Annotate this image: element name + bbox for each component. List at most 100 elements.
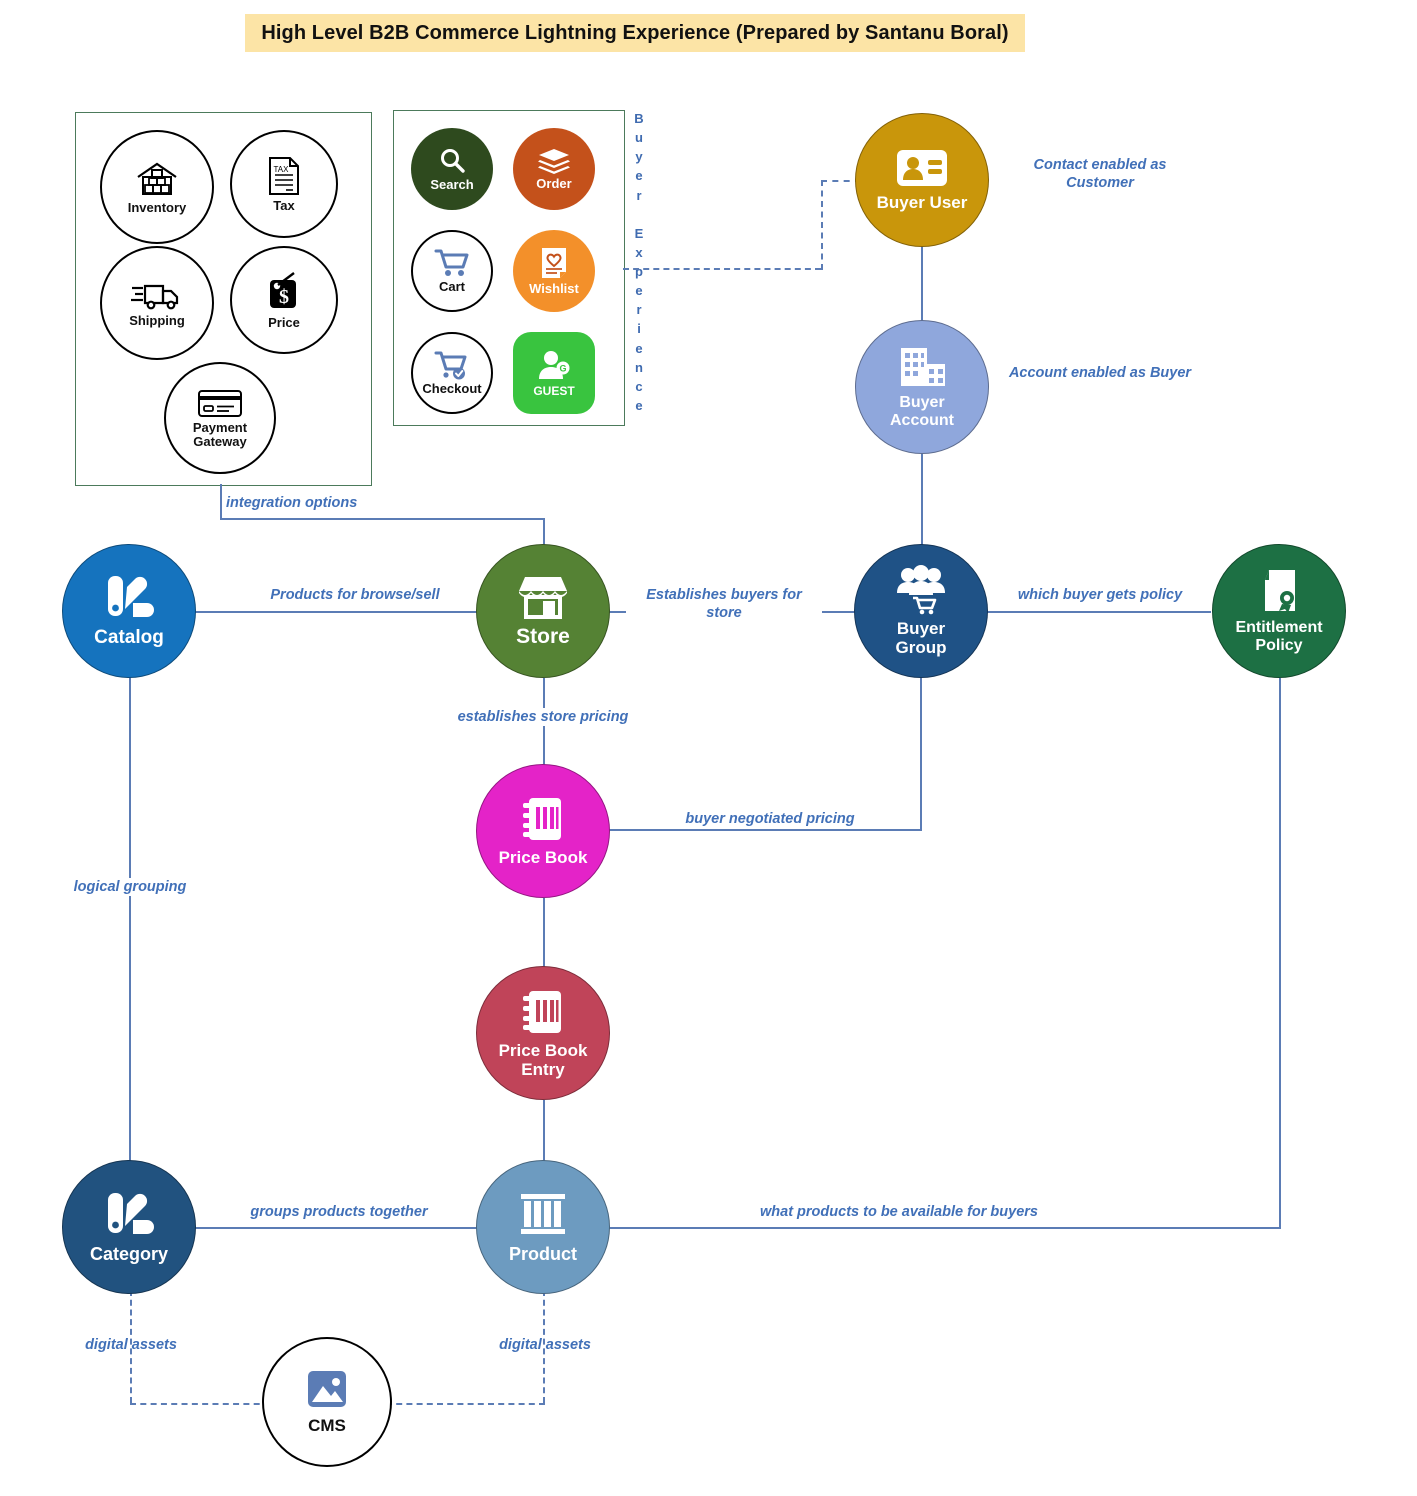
buyer-experience-item-label: GUEST	[533, 383, 575, 398]
connector-store-to-price-book	[543, 678, 545, 778]
wishlist-heart-page-icon	[538, 246, 570, 280]
integration-item-price[interactable]: $ Price	[230, 246, 338, 354]
svg-text:TAX: TAX	[274, 165, 290, 174]
integration-item-tax[interactable]: TAX Tax	[230, 130, 338, 238]
edge-label-products-browse-sell: Products for browse/sell	[250, 586, 460, 605]
connector-buyer-group-to-entitlement-policy	[986, 611, 1211, 613]
connector-category-to-cms-h	[130, 1403, 270, 1405]
id-badge-contact-icon	[894, 147, 950, 189]
connector-buyer-experience-to-buyer-user-v	[821, 180, 823, 270]
node-label: Buyer Account	[890, 394, 954, 429]
edge-label-which-buyer-gets-policy: which buyer gets policy	[1000, 586, 1200, 605]
edge-label-integration-options: integration options	[222, 494, 394, 513]
node-price-book[interactable]: Price Book	[476, 764, 610, 898]
buyer-experience-vertical-label: Buyer Experience	[634, 111, 644, 413]
edge-label-contact-enabled: Contact enabled as Customer	[1033, 157, 1167, 192]
magnifier-search-icon	[437, 146, 467, 176]
shopping-cart-icon	[434, 248, 470, 278]
color-swatch-icon	[103, 573, 155, 623]
storefront-icon	[517, 573, 569, 621]
buyer-experience-item-cart[interactable]: Cart	[411, 230, 493, 312]
edge-label-establishes-buyers: Establishes buyers for store	[626, 586, 822, 623]
edge-label-groups-products-together: groups products together	[228, 1203, 450, 1222]
image-picture-icon	[303, 1368, 351, 1412]
connector-catalog-to-store	[190, 611, 480, 613]
price-book-icon	[519, 987, 567, 1037]
node-label: Entitlement Policy	[1235, 619, 1323, 654]
node-cms[interactable]: CMS	[262, 1337, 392, 1467]
connector-product-to-entitlement-v	[1279, 678, 1281, 1229]
stacked-layers-icon	[537, 147, 571, 175]
cart-check-icon	[434, 350, 470, 380]
buyer-experience-item-guest[interactable]: G GUEST	[513, 332, 595, 414]
svg-text:$: $	[279, 286, 289, 308]
integration-item-payment-gateway[interactable]: Payment Gateway	[164, 362, 276, 474]
edge-label-digital-assets-right: digital assets	[499, 1337, 591, 1353]
tax-document-icon: TAX	[264, 155, 304, 197]
node-label: CMS	[308, 1416, 346, 1436]
node-label: Buyer Group	[895, 618, 947, 657]
integration-item-label: Tax	[273, 198, 295, 214]
connector-product-to-cms-h	[386, 1403, 545, 1405]
node-catalog[interactable]: Catalog	[62, 544, 196, 678]
price-book-icon	[519, 794, 567, 844]
buyer-experience-item-label: Search	[430, 177, 474, 193]
node-buyer-group[interactable]: Buyer Group	[854, 544, 988, 678]
buyer-experience-item-label: Wishlist	[529, 281, 579, 297]
buyer-experience-item-label: Cart	[438, 279, 465, 295]
buyer-experience-item-label: Checkout	[422, 381, 482, 397]
node-buyer-user[interactable]: Buyer User	[855, 113, 989, 247]
buyer-experience-item-search[interactable]: Search	[411, 128, 493, 210]
buyer-experience-item-label: Order	[536, 176, 572, 192]
edge-label-establishes-store-pricing: establishes store pricing	[438, 708, 648, 727]
page-title-text: High Level B2B Commerce Lightning Experi…	[261, 21, 1009, 44]
connector-buyer-user-to-buyer-account	[921, 240, 923, 330]
price-tag-dollar-icon: $	[264, 270, 304, 314]
integration-item-inventory[interactable]: Inventory	[100, 130, 214, 244]
node-label: Price Book	[498, 848, 588, 868]
node-price-book-entry[interactable]: Price Book Entry	[476, 966, 610, 1100]
node-label: Store	[516, 625, 570, 649]
edge-label-account-enabled: Account enabled as Buyer	[1008, 365, 1192, 381]
page-title: High Level B2B Commerce Lightning Experi…	[245, 14, 1025, 52]
node-category[interactable]: Category	[62, 1160, 196, 1294]
connector-integration-right	[220, 518, 545, 520]
people-cart-group-icon	[892, 564, 950, 615]
integration-item-shipping[interactable]: Shipping	[100, 246, 214, 360]
connector-price-book-entry-to-product	[543, 1100, 545, 1162]
buyer-experience-item-wishlist[interactable]: Wishlist	[513, 230, 595, 312]
edge-label-what-products-available: what products to be available for buyers	[724, 1203, 1074, 1222]
office-building-icon	[895, 344, 949, 390]
svg-text:G: G	[559, 363, 566, 373]
integration-item-label: Shipping	[129, 313, 185, 329]
node-label: Product	[508, 1243, 577, 1264]
edge-label-buyer-negotiated-pricing: buyer negotiated pricing	[668, 810, 872, 829]
node-label: Price Book Entry	[498, 1040, 588, 1079]
connector-buyer-account-to-buyer-group	[921, 440, 923, 560]
color-swatch-icon	[103, 1190, 155, 1240]
node-label: Buyer User	[876, 193, 968, 213]
connector-buyer-experience-to-buyer-user-h	[623, 268, 821, 270]
buyer-experience-item-order[interactable]: Order	[513, 128, 595, 210]
integration-item-label: Payment Gateway	[192, 420, 248, 449]
connector-price-book-to-buyer-group-v	[920, 665, 922, 831]
delivery-truck-icon	[131, 278, 183, 312]
product-columns-icon	[517, 1190, 569, 1240]
certificate-document-icon	[1255, 567, 1303, 615]
guest-user-icon: G	[536, 349, 572, 383]
node-label: Catalog	[94, 627, 164, 649]
node-buyer-account[interactable]: Buyer Account	[855, 320, 989, 454]
connector-price-book-to-buyer-group-h	[608, 829, 921, 831]
warehouse-inventory-icon	[134, 159, 180, 199]
node-label: Category	[89, 1243, 169, 1264]
integration-item-label: Price	[268, 315, 300, 331]
node-store[interactable]: Store	[476, 544, 610, 678]
integration-item-label: Inventory	[127, 200, 187, 216]
buyer-experience-item-checkout[interactable]: Checkout	[411, 332, 493, 414]
node-product[interactable]: Product	[476, 1160, 610, 1294]
connector-product-to-entitlement-h	[604, 1227, 1280, 1229]
connector-catalog-to-category	[129, 676, 131, 1166]
credit-card-icon	[196, 387, 244, 419]
node-entitlement-policy[interactable]: Entitlement Policy	[1212, 544, 1346, 678]
edge-label-logical-grouping: logical grouping	[46, 878, 214, 897]
